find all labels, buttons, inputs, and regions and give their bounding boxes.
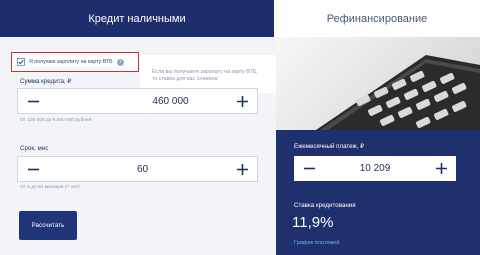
plus-icon[interactable] bbox=[434, 162, 448, 176]
tooltip-line-1: Если вы получаете зарплату на карту ВТБ, bbox=[152, 69, 258, 75]
minus-icon[interactable] bbox=[26, 94, 40, 108]
checkmark-icon bbox=[18, 59, 24, 65]
payment-schedule-link[interactable]: График платежей bbox=[294, 240, 339, 246]
info-icon[interactable]: i bbox=[116, 58, 124, 66]
interest-rate-value: 11,9% bbox=[292, 214, 334, 231]
loan-amount-value[interactable]: 460 000 bbox=[152, 96, 188, 107]
interest-rate-label: Ставка кредитования bbox=[294, 202, 356, 209]
minus-icon[interactable] bbox=[302, 162, 316, 176]
loan-amount-stepper[interactable]: 460 000 bbox=[17, 88, 258, 114]
minus-icon[interactable] bbox=[26, 162, 40, 176]
calculator-keypad-image bbox=[316, 55, 480, 130]
tab-cash-loan-label: Кредит наличными bbox=[88, 12, 186, 25]
loan-term-stepper[interactable]: 60 bbox=[17, 156, 258, 182]
monthly-payment-label: Ежемесячный платеж, ₽ bbox=[294, 143, 365, 150]
calculator-photo bbox=[276, 37, 480, 130]
salary-card-checkbox[interactable] bbox=[17, 58, 25, 66]
salary-card-checkbox-label: Я получаю зарплату на карту ВТБ bbox=[29, 59, 113, 65]
plus-icon[interactable] bbox=[235, 162, 249, 176]
monthly-payment-value[interactable]: 10 209 bbox=[360, 163, 391, 174]
calculate-button[interactable]: Рассчитать bbox=[19, 211, 77, 240]
product-tabs: Кредит наличными Рефинансирование bbox=[0, 0, 480, 37]
loan-term-value[interactable]: 60 bbox=[137, 164, 148, 175]
loan-term-label: Срок, мес bbox=[20, 145, 49, 152]
plus-icon[interactable] bbox=[235, 94, 249, 108]
tab-refinancing[interactable]: Рефинансирование bbox=[274, 0, 480, 37]
tooltip-line-2: то ставка для вас снижена bbox=[152, 76, 218, 82]
loan-amount-label: Сумма кредита, ₽ bbox=[20, 78, 72, 85]
loan-amount-hint: От 100 000 до 5 000 000 рублей bbox=[20, 118, 92, 123]
salary-card-checkbox-row[interactable]: Я получаю зарплату на карту ВТБ i bbox=[11, 52, 139, 72]
tab-cash-loan[interactable]: Кредит наличными bbox=[0, 0, 274, 37]
loan-term-hint: От 6 до 84 месяцев (7 лет) bbox=[20, 185, 80, 190]
results-panel: Ежемесячный платеж, ₽ 10 209 Ставка кред… bbox=[276, 130, 480, 255]
monthly-payment-stepper[interactable]: 10 209 bbox=[294, 156, 456, 181]
tab-refinancing-label: Рефинансирование bbox=[326, 12, 428, 25]
